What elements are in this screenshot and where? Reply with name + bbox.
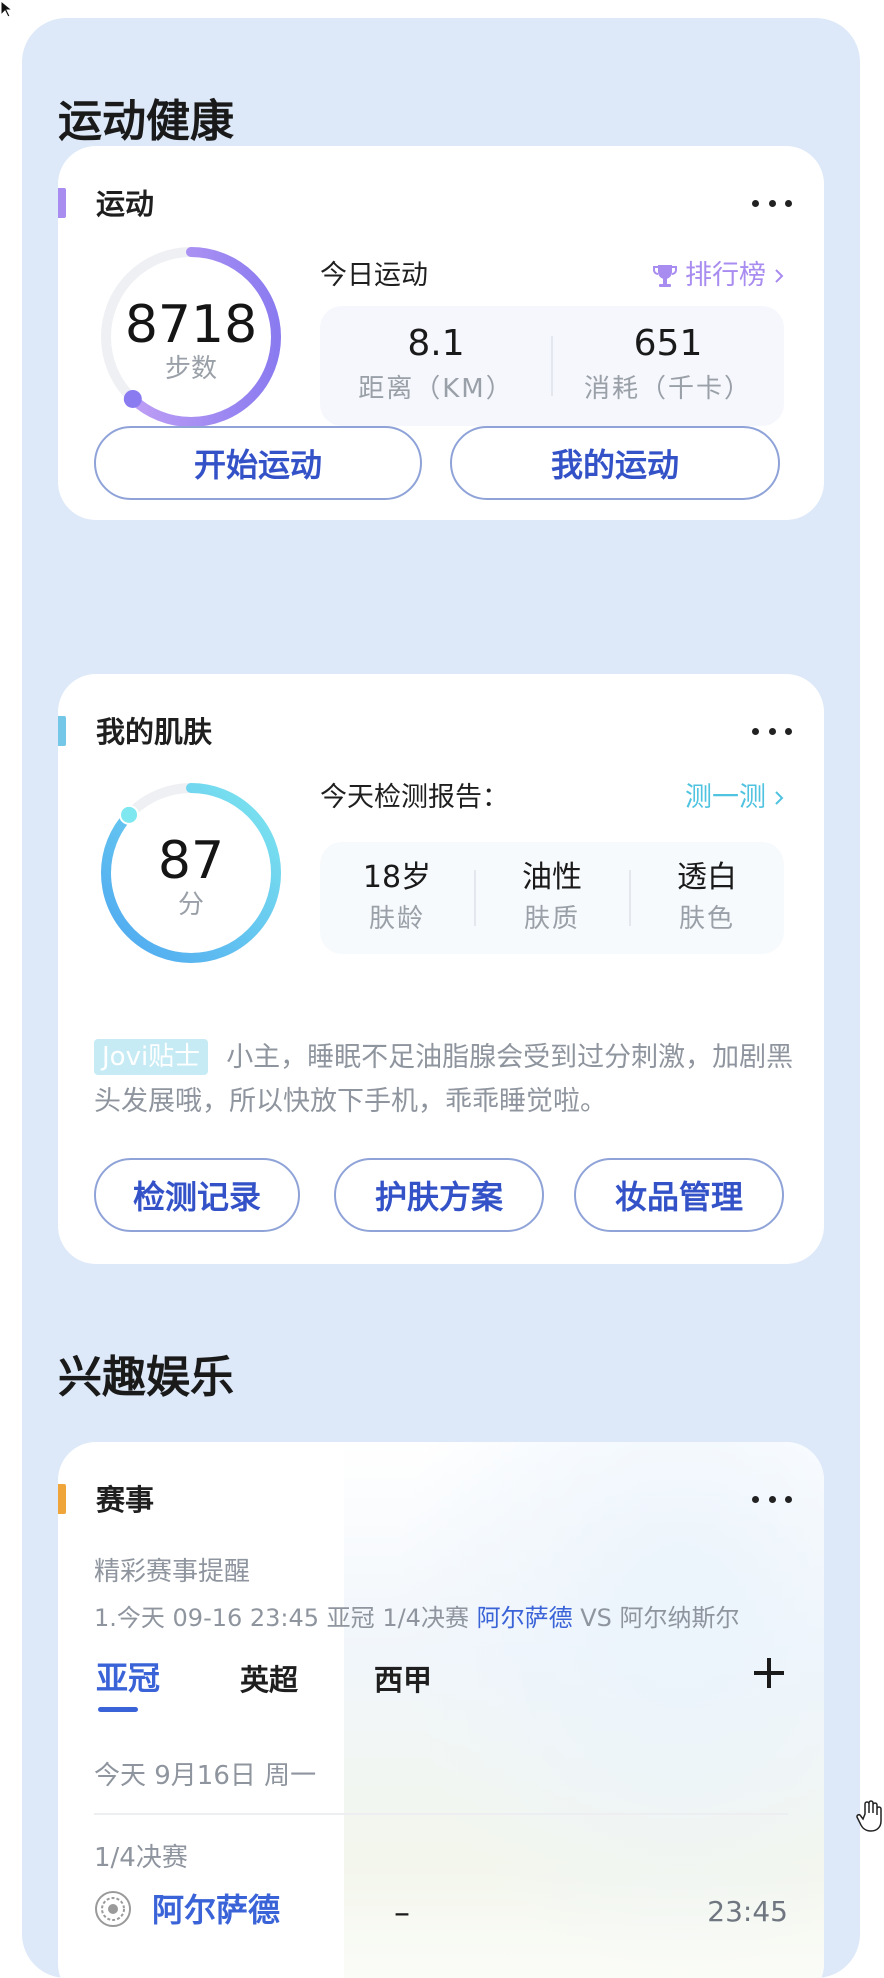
- hand-cursor-icon: [856, 1800, 882, 1832]
- chevron-right-icon: [775, 791, 784, 805]
- skin-report-label: 今天检测报告：: [320, 782, 509, 813]
- test-link[interactable]: 测一测: [685, 780, 788, 816]
- skin-age-value: 18岁: [362, 860, 432, 895]
- team-name: 阿尔萨德: [152, 1891, 281, 1929]
- tab-afc[interactable]: 亚冠: [96, 1658, 160, 1698]
- rank-link[interactable]: 排行榜: [651, 258, 788, 294]
- calorie-label: 消耗（千卡）: [583, 374, 752, 404]
- skin-score-ring: 87 分: [96, 778, 286, 968]
- add-icon[interactable]: [754, 1658, 784, 1688]
- skin-stat-type: 油性 肤质: [475, 842, 629, 954]
- section-title-health: 运动健康: [58, 96, 234, 147]
- skin-score-value: 87: [157, 831, 225, 891]
- match-card[interactable]: 赛事 精彩赛事提醒 1.今天 09-16 23:45 亚冠 1/4决赛 阿尔萨德…: [58, 1442, 824, 1978]
- skin-accent-bar: [58, 716, 66, 746]
- my-sport-button[interactable]: 我的运动: [450, 426, 780, 500]
- jovi-tip: Jovi贴士 小主，睡眠不足油脂腺会受到过分刺激，加剧黑头发展哦，所以快放下手机，…: [94, 1036, 794, 1124]
- sport-card-header: 运动: [58, 184, 824, 224]
- match-date: 今天 9月16日 周一: [94, 1761, 317, 1791]
- distance-value: 8.1: [407, 323, 465, 364]
- reminder-vs: VS 阿尔纳斯尔: [572, 1604, 740, 1632]
- steps-ring: 8718 步数: [96, 242, 286, 432]
- trophy-icon: [653, 265, 677, 287]
- match-time: 23:45: [707, 1895, 788, 1928]
- skin-tone-value: 透白: [677, 860, 737, 895]
- distance-label: 距离（KM）: [358, 374, 514, 404]
- skin-plan-button[interactable]: 护肤方案: [334, 1158, 544, 1232]
- skin-type-value: 油性: [522, 860, 582, 895]
- sport-stats-box: 8.1 距离（KM） 651 消耗（千卡）: [320, 306, 784, 426]
- calorie-stat: 651 消耗（千卡）: [552, 306, 784, 426]
- reminder-prefix: 1.今天 09-16 23:45 亚冠 1/4决赛: [94, 1604, 477, 1632]
- sport-card[interactable]: 运动 8718 步数 今日运动 排行榜 8.1 距离（KM） 651 消耗（千卡…: [58, 146, 824, 520]
- tab-epl[interactable]: 英超: [240, 1660, 298, 1700]
- match-round: 1/4决赛: [94, 1843, 188, 1873]
- sport-card-title: 运动: [96, 187, 155, 221]
- sport-accent-bar: [58, 188, 66, 218]
- rank-label: 排行榜: [685, 260, 766, 291]
- skin-record-button[interactable]: 检测记录: [94, 1158, 300, 1232]
- distance-stat: 8.1 距离（KM）: [320, 306, 552, 426]
- match-score: –: [394, 1893, 410, 1931]
- reminder-title: 精彩赛事提醒: [94, 1557, 251, 1587]
- mouse-pointer-icon: [0, 0, 14, 18]
- active-tab-indicator: [98, 1707, 138, 1712]
- more-icon[interactable]: [752, 716, 792, 746]
- team-logo-icon: [95, 1891, 131, 1927]
- skin-score-unit: 分: [177, 890, 204, 920]
- today-sport-label: 今日运动: [320, 260, 428, 291]
- skin-card[interactable]: 我的肌肤 87 分 今天检测报告： 测一测 18岁 肤龄 油性 肤质 透白 肤色…: [58, 674, 824, 1264]
- more-icon[interactable]: [752, 1484, 792, 1514]
- skin-type-label: 肤质: [523, 904, 580, 934]
- reminder-team-a: 阿尔萨德: [476, 1604, 573, 1632]
- makeup-manage-button[interactable]: 妆品管理: [574, 1158, 784, 1232]
- section-title-fun: 兴趣娱乐: [58, 1352, 234, 1403]
- main-panel: 运动健康 运动 8718 步数 今日运动 排行榜 8.1 距离（KM） 651 …: [22, 18, 860, 1978]
- match-accent-bar: [58, 1484, 66, 1514]
- reminder-line[interactable]: 1.今天 09-16 23:45 亚冠 1/4决赛 阿尔萨德 VS 阿尔纳斯尔: [94, 1600, 740, 1636]
- tab-laliga[interactable]: 西甲: [374, 1660, 432, 1700]
- date-divider: [94, 1813, 788, 1815]
- skin-stats-box: 18岁 肤龄 油性 肤质 透白 肤色: [320, 842, 784, 954]
- more-icon[interactable]: [752, 188, 792, 218]
- calorie-value: 651: [633, 323, 703, 364]
- jovi-tip-tag: Jovi贴士: [94, 1039, 209, 1075]
- steps-unit: 步数: [164, 354, 217, 384]
- skin-stat-age: 18岁 肤龄: [320, 842, 474, 954]
- match-row[interactable]: 阿尔萨德 – 23:45: [94, 1882, 788, 1938]
- skin-card-title: 我的肌肤: [96, 715, 213, 749]
- match-card-header: 赛事: [58, 1480, 824, 1520]
- test-label: 测一测: [685, 782, 766, 813]
- skin-age-label: 肤龄: [368, 904, 425, 934]
- start-sport-button[interactable]: 开始运动: [94, 426, 422, 500]
- steps-value: 8718: [124, 295, 258, 355]
- match-card-title: 赛事: [96, 1483, 155, 1517]
- chevron-right-icon: [775, 269, 784, 283]
- skin-card-header: 我的肌肤: [58, 712, 824, 752]
- skin-stat-tone: 透白 肤色: [630, 842, 784, 954]
- skin-tone-label: 肤色: [678, 904, 735, 934]
